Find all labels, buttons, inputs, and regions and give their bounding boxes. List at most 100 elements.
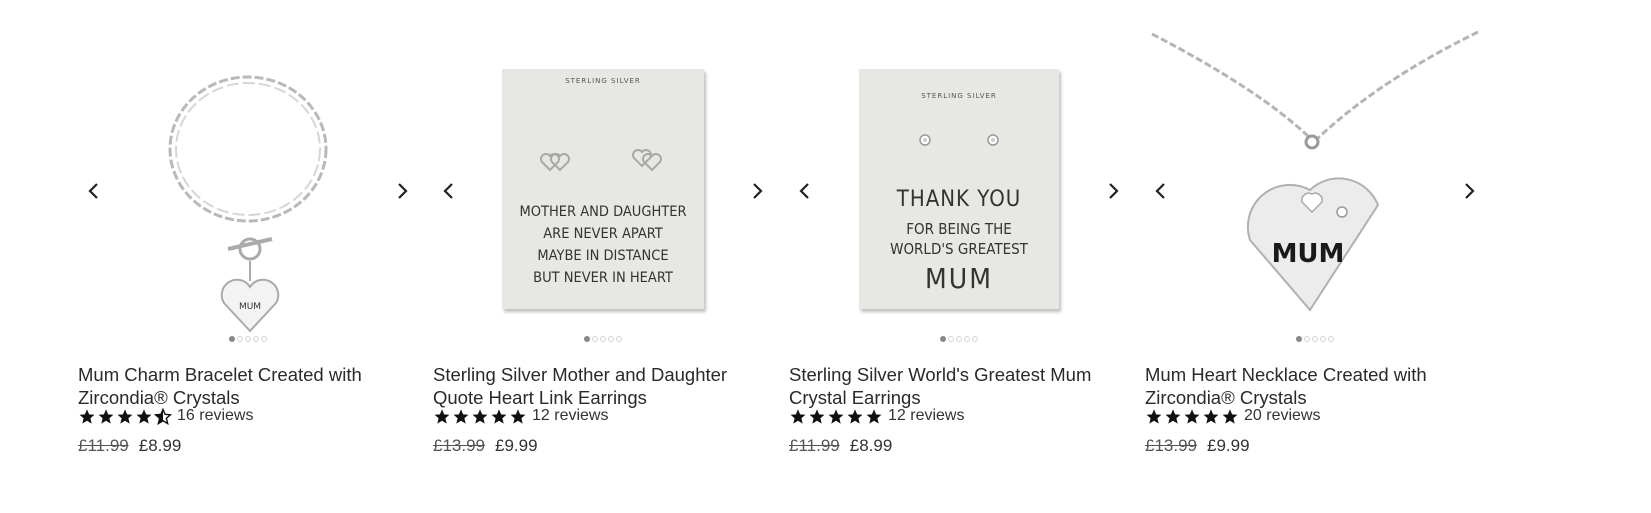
star-icon <box>472 408 488 424</box>
crystal-earrings-card-icon[interactable]: STERLING SILVER THANK YOU FOR BEING THE … <box>859 30 1059 348</box>
sale-price: £9.99 <box>1207 436 1250 455</box>
carousel-dot[interactable] <box>592 336 598 342</box>
sale-price: £9.99 <box>495 436 538 455</box>
chevron-right-icon <box>398 183 408 199</box>
carousel-dot[interactable] <box>237 336 243 342</box>
review-count[interactable]: 16 reviews <box>177 407 253 425</box>
svg-text:MUM: MUM <box>1272 239 1345 269</box>
star-icon <box>809 408 825 424</box>
carousel-next-button[interactable] <box>1101 178 1127 204</box>
review-count[interactable]: 12 reviews <box>532 407 608 425</box>
carousel-dot[interactable] <box>245 336 251 342</box>
star-icon <box>98 408 114 424</box>
product-grid: MUM Mum Charm Bracelet Created with Zirc… <box>0 0 1651 513</box>
star-icon <box>434 408 450 424</box>
product-title[interactable]: Sterling Silver Mother and Daughter Quot… <box>433 363 773 409</box>
heart-necklace-icon[interactable]: MUM <box>1150 30 1480 348</box>
product-rating: 12 reviews <box>433 407 608 425</box>
heart-earrings-card-icon[interactable]: STERLING SILVER MOTHER AND DAUGHTER ARE … <box>502 30 704 348</box>
product-rating: 12 reviews <box>789 407 964 425</box>
carousel-dot[interactable] <box>584 336 590 342</box>
carousel-dot[interactable] <box>616 336 622 342</box>
product-title[interactable]: Mum Charm Bracelet Created with Zircondi… <box>78 363 418 409</box>
product-rating: 20 reviews <box>1145 407 1320 425</box>
star-icon <box>847 408 863 424</box>
product-image-carousel: STERLING SILVER MOTHER AND DAUGHTER ARE … <box>433 30 773 348</box>
star-icon <box>866 408 882 424</box>
star-icon <box>828 408 844 424</box>
product-price: £13.99 £9.99 <box>433 436 538 456</box>
crystal-studs-icon <box>919 134 999 146</box>
carousel-dot[interactable] <box>940 336 946 342</box>
carousel-dot[interactable] <box>229 336 235 342</box>
bracelet-icon[interactable]: MUM <box>138 30 358 348</box>
star-icon <box>1222 408 1238 424</box>
carousel-prev-button[interactable] <box>791 178 817 204</box>
chevron-left-icon <box>88 183 98 199</box>
carousel-dots <box>1296 336 1334 342</box>
carousel-next-button[interactable] <box>390 178 416 204</box>
carousel-dot[interactable] <box>253 336 259 342</box>
product-image-carousel: MUM <box>78 30 418 348</box>
chevron-left-icon <box>443 183 453 199</box>
product-price: £11.99 £8.99 <box>78 436 181 456</box>
star-icon <box>1184 408 1200 424</box>
carousel-dot[interactable] <box>608 336 614 342</box>
product-price: £13.99 £9.99 <box>1145 436 1250 456</box>
carousel-next-button[interactable] <box>1457 178 1483 204</box>
star-icon <box>1146 408 1162 424</box>
carousel-dot[interactable] <box>964 336 970 342</box>
star-icon <box>453 408 469 424</box>
carousel-dots <box>229 336 267 342</box>
carousel-dot[interactable] <box>1312 336 1318 342</box>
carousel-dot[interactable] <box>1304 336 1310 342</box>
carousel-dots <box>584 336 622 342</box>
product-title[interactable]: Mum Heart Necklace Created with Zircondi… <box>1145 363 1485 409</box>
star-icon <box>491 408 507 424</box>
chevron-right-icon <box>1465 183 1475 199</box>
carousel-dot[interactable] <box>261 336 267 342</box>
carousel-dot[interactable] <box>1320 336 1326 342</box>
chevron-left-icon <box>1155 183 1165 199</box>
product-card[interactable]: MUM Mum Heart Necklace Created with Zirc… <box>1145 30 1485 500</box>
star-icon <box>1203 408 1219 424</box>
carousel-next-button[interactable] <box>745 178 771 204</box>
carousel-dot[interactable] <box>956 336 962 342</box>
svg-text:MUM: MUM <box>239 302 261 312</box>
star-icon <box>117 408 133 424</box>
original-price: £11.99 <box>789 436 840 455</box>
star-icon <box>790 408 806 424</box>
carousel-dot[interactable] <box>948 336 954 342</box>
sale-price: £8.99 <box>138 436 182 455</box>
product-rating: 16 reviews <box>78 407 253 425</box>
carousel-prev-button[interactable] <box>435 178 461 204</box>
star-icon <box>136 408 152 424</box>
carousel-dot[interactable] <box>600 336 606 342</box>
product-image-carousel: STERLING SILVER THANK YOU FOR BEING THE … <box>789 30 1129 348</box>
carousel-prev-button[interactable] <box>1147 178 1173 204</box>
carousel-prev-button[interactable] <box>80 178 106 204</box>
star-rating <box>1145 408 1239 425</box>
heart-link-earrings-icon <box>540 149 662 172</box>
product-title[interactable]: Sterling Silver World's Greatest Mum Cry… <box>789 363 1129 409</box>
product-card[interactable]: STERLING SILVER MOTHER AND DAUGHTER ARE … <box>433 30 773 500</box>
original-price: £13.99 <box>1145 436 1197 455</box>
original-price: £11.99 <box>78 436 129 455</box>
sale-price: £8.99 <box>849 436 893 455</box>
star-rating <box>433 408 527 425</box>
carousel-dot[interactable] <box>1296 336 1302 342</box>
chevron-left-icon <box>799 183 809 199</box>
product-price: £11.99 £8.99 <box>789 436 892 456</box>
product-card[interactable]: STERLING SILVER THANK YOU FOR BEING THE … <box>789 30 1129 500</box>
star-icon <box>1165 408 1181 424</box>
carousel-dots <box>940 336 978 342</box>
star-icon <box>79 408 95 424</box>
star-half-icon <box>154 407 172 425</box>
carousel-dot[interactable] <box>972 336 978 342</box>
star-rating <box>78 407 172 425</box>
product-card[interactable]: MUM Mum Charm Bracelet Created with Zirc… <box>78 30 418 500</box>
carousel-dot[interactable] <box>1328 336 1334 342</box>
review-count[interactable]: 12 reviews <box>888 407 964 425</box>
review-count[interactable]: 20 reviews <box>1244 407 1320 425</box>
chevron-right-icon <box>1109 183 1119 199</box>
